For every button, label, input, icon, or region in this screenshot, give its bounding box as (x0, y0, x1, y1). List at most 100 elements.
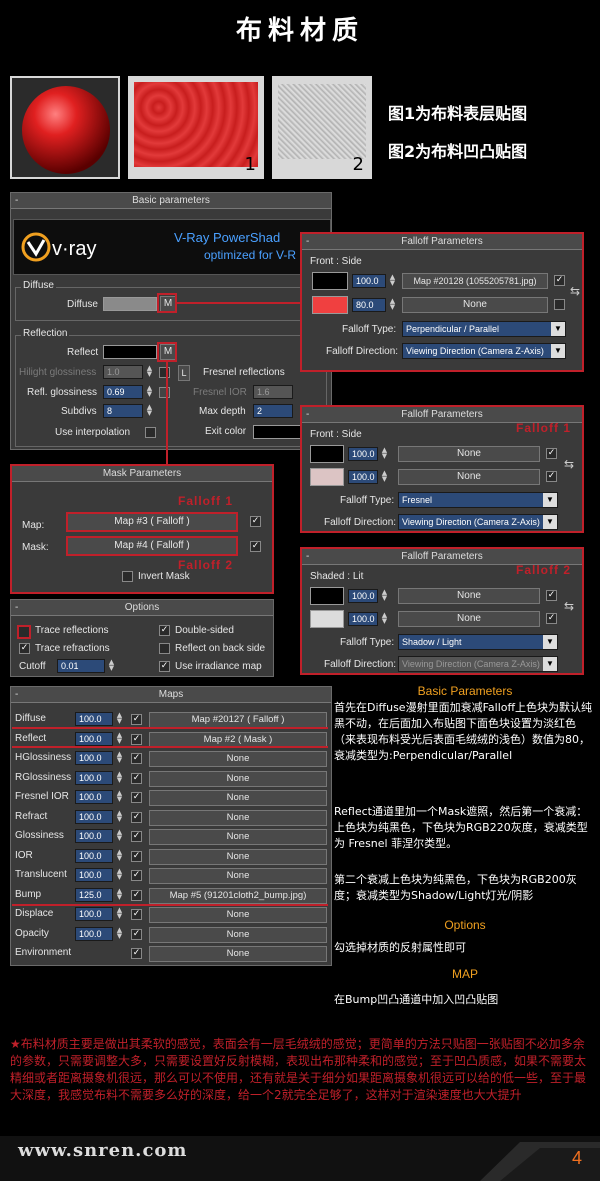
side-map-button[interactable]: None (402, 297, 548, 313)
falloff2-side-map-button[interactable]: None (398, 611, 540, 627)
map-row-map-button[interactable]: Map #5 (91201cloth2_bump.jpg) (149, 887, 327, 904)
swap-colors-icon[interactable]: ⇆ (570, 284, 580, 298)
subdivs-spinner-icon[interactable]: ▲ ▼ (145, 404, 154, 418)
map-row-checkbox[interactable]: ✓ (131, 850, 142, 862)
falloff2-front-spinner-icon[interactable]: ▲ ▼ (380, 589, 389, 603)
swap-colors-icon[interactable]: ⇆ (564, 599, 574, 613)
front-map-checkbox[interactable]: ✓ (554, 275, 565, 286)
map-row-spinner-icon[interactable]: ▲ ▼ (115, 809, 124, 824)
map-row-map-button[interactable]: None (149, 926, 327, 943)
falloff2-side-swatch[interactable] (310, 610, 344, 628)
map-row-map-button[interactable]: None (149, 809, 327, 826)
map-row-map-button[interactable]: None (149, 790, 327, 806)
use-irradiance-checkbox[interactable]: ✓ (159, 661, 170, 672)
mask-map-checkbox[interactable]: ✓ (250, 516, 261, 527)
falloff1-side-amount[interactable]: 100.0 (348, 470, 378, 484)
map-row-amount-input[interactable]: 100.0 (75, 809, 113, 824)
falloff-diffuse-header[interactable]: - Falloff Parameters (302, 234, 582, 250)
falloff2-front-checkbox[interactable]: ✓ (546, 590, 557, 601)
map-row-checkbox[interactable]: ✓ (131, 909, 142, 920)
map-row-checkbox[interactable]: ✓ (131, 792, 142, 803)
falloff1-side-swatch[interactable] (310, 468, 344, 486)
falloff1-front-spinner-icon[interactable]: ▲ ▼ (380, 447, 389, 461)
map-row-amount-input[interactable]: 100.0 (75, 790, 113, 804)
falloff1-front-amount[interactable]: 100.0 (348, 447, 378, 461)
falloff1-side-map-button[interactable]: None (398, 469, 540, 485)
trace-refractions-checkbox[interactable]: ✓ (19, 643, 30, 654)
map-row-spinner-icon[interactable]: ▲ ▼ (115, 829, 124, 843)
refl-glossiness-input[interactable]: 0.69 (103, 385, 143, 399)
exit-color-swatch[interactable] (253, 425, 303, 439)
diffuse-color-swatch[interactable] (103, 297, 157, 311)
mask-parameters-header[interactable]: Mask Parameters (12, 466, 272, 482)
options-header[interactable]: - Options (11, 600, 273, 616)
falloff2-front-map-button[interactable]: None (398, 588, 540, 604)
invert-mask-checkbox[interactable] (122, 571, 133, 582)
hilight-glossiness-input[interactable]: 1.0 (103, 365, 143, 379)
falloff2-side-checkbox[interactable]: ✓ (546, 613, 557, 624)
map-row-spinner-icon[interactable]: ▲ ▼ (115, 712, 124, 726)
map-row-spinner-icon[interactable]: ▲ ▼ (115, 751, 124, 765)
map-row-map-button[interactable]: None (149, 829, 327, 845)
falloff-type-dropdown[interactable]: Perpendicular / Parallel ▼ (402, 321, 566, 337)
map-row-checkbox[interactable]: ✓ (131, 733, 142, 745)
map-row-amount-input[interactable]: 125.0 (75, 887, 113, 902)
side-color-swatch[interactable] (312, 296, 348, 314)
front-amount-input[interactable]: 100.0 (352, 274, 386, 288)
map-row-map-button[interactable]: None (149, 751, 327, 767)
front-color-swatch[interactable] (312, 272, 348, 290)
map-row-spinner-icon[interactable]: ▲ ▼ (115, 907, 124, 921)
map-row-amount-input[interactable]: 100.0 (75, 731, 113, 746)
map-row-checkbox[interactable]: ✓ (131, 811, 142, 823)
double-sided-checkbox[interactable]: ✓ (159, 625, 170, 636)
cutoff-input[interactable]: 0.01 (57, 659, 105, 673)
map-row-amount-input[interactable]: 100.0 (75, 829, 113, 843)
falloff1-front-swatch[interactable] (310, 445, 344, 463)
falloff2-direction-dropdown[interactable]: Viewing Direction (Camera Z-Axis) ▼ (398, 656, 558, 672)
side-map-checkbox[interactable] (554, 299, 565, 310)
map-row-checkbox[interactable]: ✓ (131, 714, 142, 725)
hilight-spinner-icon[interactable]: ▲ ▼ (145, 365, 154, 379)
falloff-direction-dropdown[interactable]: Viewing Direction (Camera Z-Axis) ▼ (402, 343, 566, 359)
maps-header[interactable]: - Maps (11, 687, 331, 703)
fresnel-ior-input[interactable]: 1.6 (253, 385, 293, 399)
map-row-spinner-icon[interactable]: ▲ ▼ (115, 848, 124, 863)
map-row-amount-input[interactable]: 100.0 (75, 848, 113, 863)
hilight-lock-button[interactable]: L (178, 365, 190, 381)
map-row-checkbox[interactable]: ✓ (131, 889, 142, 901)
map-row-spinner-icon[interactable]: ▲ ▼ (115, 790, 124, 804)
map-row-checkbox[interactable]: ✓ (131, 753, 142, 764)
map-row-amount-input[interactable]: 100.0 (75, 712, 113, 726)
reflect-color-swatch[interactable] (103, 345, 157, 359)
map-row-amount-input[interactable]: 100.0 (75, 751, 113, 765)
max-depth-input[interactable]: 2 (253, 404, 293, 418)
map-row-checkbox[interactable]: ✓ (131, 772, 142, 784)
map-row-map-button[interactable]: None (149, 907, 327, 923)
hilight-lock-checkbox[interactable] (159, 367, 170, 378)
falloff2-side-amount[interactable]: 100.0 (348, 612, 378, 626)
use-interpolation-checkbox[interactable] (145, 427, 156, 438)
falloff2-side-spinner-icon[interactable]: ▲ ▼ (380, 612, 389, 626)
falloff1-side-spinner-icon[interactable]: ▲ ▼ (380, 470, 389, 484)
map-row-checkbox[interactable]: ✓ (131, 870, 142, 881)
map-row-checkbox[interactable]: ✓ (131, 928, 142, 940)
refl-gloss-map-checkbox[interactable] (159, 387, 170, 398)
side-amount-spinner-icon[interactable]: ▲ ▼ (388, 298, 397, 312)
swap-colors-icon[interactable]: ⇆ (564, 457, 574, 471)
map-row-map-button[interactable]: Map #20127 ( Falloff ) (149, 712, 327, 728)
map-row-amount-input[interactable]: 100.0 (75, 907, 113, 921)
reflect-on-back-checkbox[interactable] (159, 643, 170, 654)
map-row-spinner-icon[interactable]: ▲ ▼ (115, 926, 124, 941)
map-row-map-button[interactable]: None (149, 848, 327, 865)
side-amount-input[interactable]: 80.0 (352, 298, 386, 312)
map-row-checkbox[interactable]: ✓ (131, 831, 142, 842)
cutoff-spinner-icon[interactable]: ▲ ▼ (107, 659, 116, 673)
falloff2-type-dropdown[interactable]: Shadow / Light ▼ (398, 634, 558, 650)
falloff1-front-map-button[interactable]: None (398, 446, 540, 462)
map-row-amount-input[interactable]: 100.0 (75, 770, 113, 785)
mask-map-button[interactable]: Map #3 ( Falloff ) (66, 512, 238, 532)
falloff1-front-checkbox[interactable]: ✓ (546, 448, 557, 459)
map-row-spinner-icon[interactable]: ▲ ▼ (115, 868, 124, 882)
front-amount-spinner-icon[interactable]: ▲ ▼ (388, 274, 397, 288)
map-row-map-button[interactable]: None (149, 946, 327, 962)
